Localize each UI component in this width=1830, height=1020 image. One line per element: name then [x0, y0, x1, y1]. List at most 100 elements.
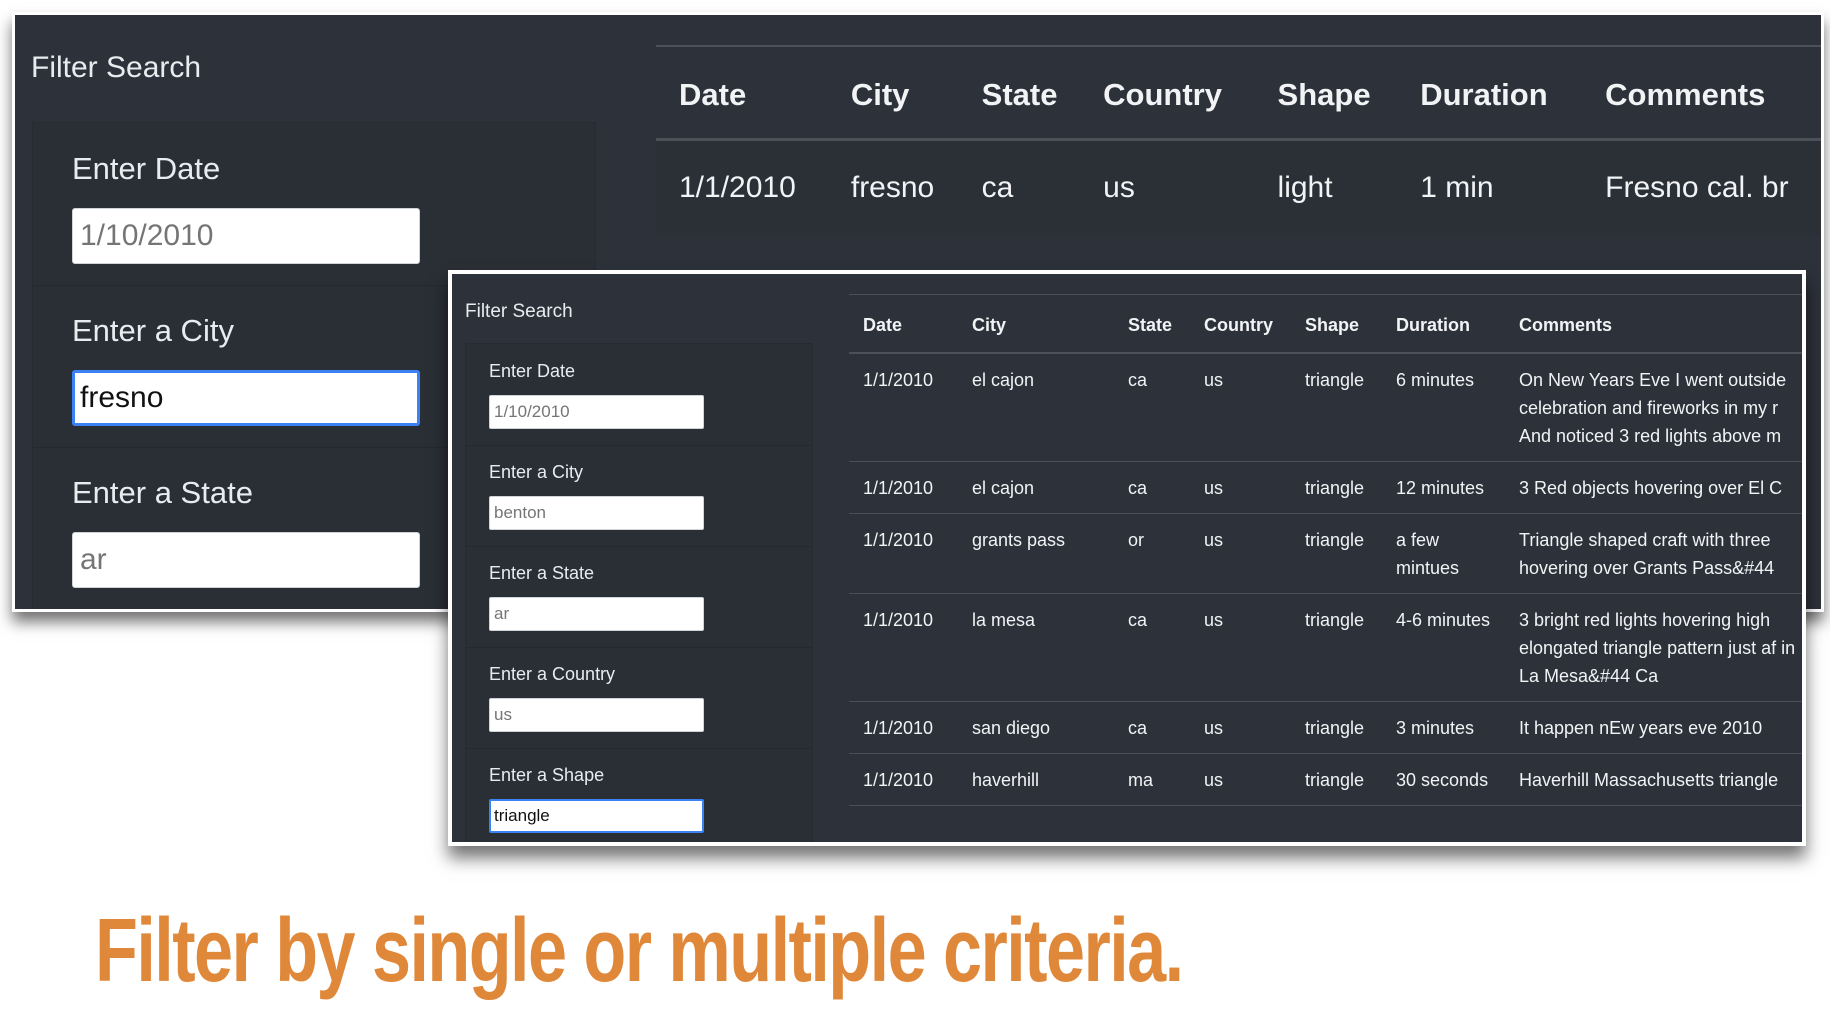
cell-shape: triangle	[1291, 701, 1382, 754]
multi-filter-screenshot: Filter Search Enter Date Enter a City En…	[448, 270, 1806, 846]
cell-shape: triangle	[1291, 753, 1382, 806]
caption-heading: Filter by single or multiple criteria.	[95, 901, 1184, 1001]
cell-city: la mesa	[958, 593, 1114, 702]
cell-comments: Fresno cal. br	[1582, 139, 1821, 235]
filter-label-state: Enter a State	[72, 475, 253, 510]
table-row: 1/1/2010 fresno ca us light 1 min Fresno…	[656, 139, 1821, 235]
filter-label-country: Enter a Country	[489, 664, 616, 684]
col-date: Date	[656, 45, 828, 141]
filter-group-date: Enter Date	[466, 344, 812, 446]
shape-input[interactable]	[489, 799, 704, 833]
cell-comments: Haverhill Massachusetts triangle	[1505, 753, 1802, 806]
cell-city: el cajon	[958, 461, 1114, 514]
cell-comments: Triangle shaped craft with three hoverin…	[1505, 513, 1802, 594]
cell-city: haverhill	[958, 753, 1114, 806]
cell-country: us	[1190, 461, 1291, 514]
filter-group-country: Enter a Country	[466, 647, 812, 749]
cell-comments: It happen nEw years eve 2010	[1505, 701, 1802, 754]
cell-city: fresno	[827, 139, 959, 235]
table-row: 1/1/2010 haverhill ma us triangle 30 sec…	[849, 753, 1802, 806]
cell-comments: On New Years Eve I went outside celebrat…	[1505, 353, 1802, 462]
cell-state: ca	[1114, 593, 1190, 702]
filter-label-shape: Enter a Shape	[489, 765, 605, 785]
cell-date: 1/1/2010	[849, 753, 958, 806]
cell-date: 1/1/2010	[849, 461, 958, 514]
filter-group-city: Enter a City	[466, 445, 812, 547]
col-comments: Comments	[1582, 45, 1821, 141]
table-header-row: Date City State Country Shape Duration C…	[849, 294, 1802, 354]
table-row: 1/1/2010 san diego ca us triangle 3 minu…	[849, 701, 1802, 754]
cell-duration: 6 minutes	[1382, 353, 1505, 462]
cell-country: us	[1080, 139, 1255, 235]
cell-country: us	[1190, 701, 1291, 754]
cell-duration: 12 minutes	[1382, 461, 1505, 514]
filter-panel: Enter Date Enter a City Enter a State En…	[465, 343, 813, 842]
cell-comments: 3 bright red lights hovering high elonga…	[1505, 593, 1802, 702]
cell-city: el cajon	[958, 353, 1114, 462]
cell-city: grants pass	[958, 513, 1114, 594]
cell-duration: 4-6 minutes	[1382, 593, 1505, 702]
table-row: 1/1/2010 la mesa ca us triangle 4-6 minu…	[849, 593, 1802, 702]
cell-date: 1/1/2010	[849, 701, 958, 754]
cell-date: 1/1/2010	[656, 139, 828, 235]
cell-state: ma	[1114, 753, 1190, 806]
cell-duration: 30 seconds	[1382, 753, 1505, 806]
table-row: 1/1/2010 el cajon ca us triangle 12 minu…	[849, 461, 1802, 514]
results-table: Date City State Country Shape Duration C…	[849, 294, 1802, 806]
cell-shape: triangle	[1291, 461, 1382, 514]
filter-search-title: Filter Search	[31, 51, 202, 84]
cell-country: us	[1190, 753, 1291, 806]
cell-date: 1/1/2010	[849, 353, 958, 462]
cell-state: ca	[1114, 353, 1190, 462]
col-date: Date	[849, 294, 958, 354]
city-input[interactable]	[489, 496, 704, 530]
cell-country: us	[1190, 353, 1291, 462]
col-country: Country	[1080, 45, 1255, 141]
state-input[interactable]	[489, 597, 704, 631]
col-country: Country	[1190, 294, 1291, 354]
col-state: State	[1114, 294, 1190, 354]
cell-state: or	[1114, 513, 1190, 594]
cell-shape: light	[1254, 139, 1398, 235]
filter-label-city: Enter a City	[72, 313, 234, 348]
city-input[interactable]	[72, 370, 420, 426]
date-input[interactable]	[72, 208, 420, 264]
col-city: City	[827, 45, 959, 141]
country-input[interactable]	[489, 698, 704, 732]
cell-duration: 1 min	[1397, 139, 1583, 235]
col-city: City	[958, 294, 1114, 354]
cell-shape: triangle	[1291, 593, 1382, 702]
cell-date: 1/1/2010	[849, 513, 958, 594]
state-input[interactable]	[72, 532, 420, 588]
filter-label-date: Enter Date	[489, 361, 576, 381]
cell-duration: 3 minutes	[1382, 701, 1505, 754]
cell-comments: 3 Red objects hovering over El C	[1505, 461, 1802, 514]
filter-group-state: Enter a State	[466, 546, 812, 648]
cell-state: ca	[1114, 701, 1190, 754]
cell-duration: a few mintues	[1382, 513, 1505, 594]
table-header-row: Date City State Country Shape Duration C…	[656, 45, 1821, 141]
cell-date: 1/1/2010	[849, 593, 958, 702]
table-row: 1/1/2010 grants pass or us triangle a fe…	[849, 513, 1802, 594]
filter-group-date: Enter Date	[33, 123, 595, 286]
col-state: State	[958, 45, 1081, 141]
col-duration: Duration	[1382, 294, 1505, 354]
filter-search-title: Filter Search	[465, 301, 573, 322]
filter-label-date: Enter Date	[72, 151, 221, 186]
cell-state: ca	[958, 139, 1081, 235]
cell-shape: triangle	[1291, 353, 1382, 462]
filter-group-shape: Enter a Shape	[466, 748, 812, 842]
col-shape: Shape	[1254, 45, 1398, 141]
results-table: Date City State Country Shape Duration C…	[656, 45, 1821, 235]
date-input[interactable]	[489, 395, 704, 429]
col-comments: Comments	[1505, 294, 1802, 354]
col-shape: Shape	[1291, 294, 1382, 354]
cell-country: us	[1190, 593, 1291, 702]
filter-label-city: Enter a City	[489, 462, 584, 482]
table-row: 1/1/2010 el cajon ca us triangle 6 minut…	[849, 353, 1802, 462]
col-duration: Duration	[1397, 45, 1583, 141]
cell-state: ca	[1114, 461, 1190, 514]
cell-country: us	[1190, 513, 1291, 594]
cell-shape: triangle	[1291, 513, 1382, 594]
cell-city: san diego	[958, 701, 1114, 754]
